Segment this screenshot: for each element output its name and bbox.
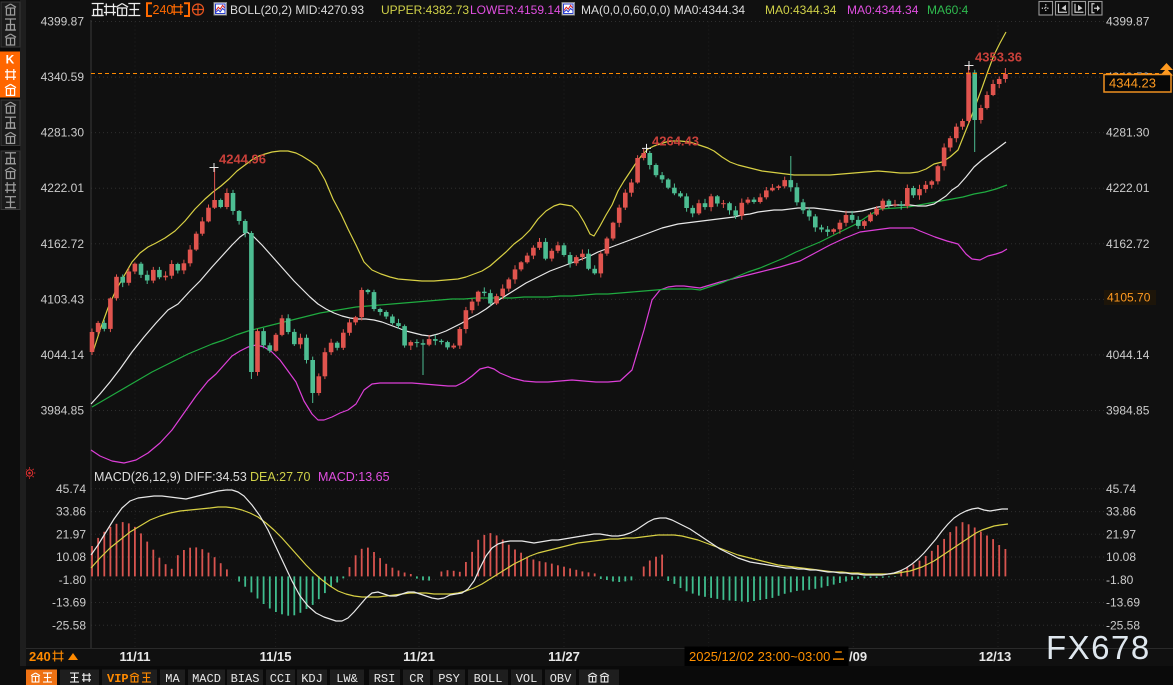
svg-text:10.08: 10.08 [56, 550, 86, 564]
svg-text:10.08: 10.08 [1106, 550, 1136, 564]
svg-text:4105.70: 4105.70 [1107, 291, 1151, 305]
svg-text:11/21: 11/21 [403, 649, 435, 664]
svg-text:MA60:4: MA60:4 [927, 3, 969, 17]
svg-text:33.86: 33.86 [1106, 505, 1136, 519]
svg-text:4399.87: 4399.87 [1106, 15, 1150, 29]
svg-text:33.86: 33.86 [56, 505, 86, 519]
svg-text:MACD:13.65: MACD:13.65 [318, 470, 390, 484]
svg-text:4103.43: 4103.43 [41, 292, 85, 306]
svg-text:LOWER:4159.14: LOWER:4159.14 [470, 3, 561, 17]
svg-text:MA0:4344.34: MA0:4344.34 [765, 3, 837, 17]
svg-text:4244.96: 4244.96 [219, 152, 266, 167]
svg-text:CCI: CCI [270, 672, 292, 685]
svg-text:4399.87: 4399.87 [41, 15, 85, 29]
svg-text:21.97: 21.97 [56, 527, 86, 541]
svg-text:FX678: FX678 [1046, 629, 1151, 666]
svg-text:11/15: 11/15 [260, 649, 292, 664]
svg-text:RSI: RSI [374, 672, 396, 685]
svg-text:4222.01: 4222.01 [41, 181, 85, 195]
svg-text:DEA:27.70: DEA:27.70 [250, 470, 311, 484]
svg-text:-13.69: -13.69 [52, 596, 86, 610]
svg-text:45.74: 45.74 [1106, 482, 1136, 496]
svg-text:OBV: OBV [550, 672, 572, 685]
svg-text:-25.58: -25.58 [52, 618, 86, 632]
svg-text:3984.85: 3984.85 [1106, 404, 1150, 418]
svg-text:/09: /09 [849, 649, 867, 664]
svg-text:2025/12/02 23:00~03:00: 2025/12/02 23:00~03:00 [689, 649, 830, 664]
svg-text:MACD(26,12,9) DIFF:34.53: MACD(26,12,9) DIFF:34.53 [94, 470, 247, 484]
svg-text:45.74: 45.74 [56, 482, 86, 496]
svg-text:4264.43: 4264.43 [652, 134, 699, 149]
svg-text:-13.69: -13.69 [1106, 596, 1140, 610]
svg-text:4281.30: 4281.30 [1106, 126, 1150, 140]
svg-text:240: 240 [153, 3, 174, 17]
svg-text:BIAS: BIAS [231, 672, 260, 685]
svg-text:K: K [6, 53, 15, 67]
svg-text:UPPER:4382.73: UPPER:4382.73 [381, 3, 469, 17]
svg-text:BOLL: BOLL [474, 672, 503, 685]
svg-text:-1.80: -1.80 [1106, 573, 1134, 587]
svg-text:4162.72: 4162.72 [41, 237, 85, 251]
svg-text:MACD: MACD [192, 672, 221, 685]
svg-text:4044.14: 4044.14 [1106, 348, 1150, 362]
svg-text:PSY: PSY [438, 672, 460, 685]
svg-text:240: 240 [29, 649, 51, 664]
svg-text:4162.72: 4162.72 [1106, 237, 1150, 251]
svg-text:KDJ: KDJ [301, 672, 323, 685]
svg-text:4344.23: 4344.23 [1109, 76, 1156, 91]
svg-text:MA(0,0,0,60,0,0) MA0:4344.34: MA(0,0,0,60,0,0) MA0:4344.34 [581, 3, 745, 17]
svg-text:-1.80: -1.80 [59, 573, 87, 587]
svg-text:11/11: 11/11 [119, 649, 150, 664]
svg-text:11/27: 11/27 [548, 649, 580, 664]
svg-text:VIP: VIP [107, 672, 129, 685]
svg-text:4353.36: 4353.36 [975, 50, 1022, 65]
svg-text:4044.14: 4044.14 [41, 348, 85, 362]
svg-text:4340.59: 4340.59 [41, 70, 85, 84]
svg-text:21.97: 21.97 [1106, 527, 1136, 541]
svg-text:MA0:4344.34: MA0:4344.34 [847, 3, 919, 17]
svg-text:4281.30: 4281.30 [41, 126, 85, 140]
svg-text:CR: CR [409, 672, 423, 685]
svg-text:BOLL(20,2) MID:4270.93: BOLL(20,2) MID:4270.93 [230, 3, 364, 17]
svg-text:4222.01: 4222.01 [1106, 181, 1150, 195]
svg-text:12/13: 12/13 [979, 649, 1012, 664]
svg-text:3984.85: 3984.85 [41, 404, 85, 418]
svg-text:VOL: VOL [516, 672, 538, 685]
svg-text:LW&: LW& [336, 672, 358, 685]
svg-text:MA: MA [165, 672, 180, 685]
